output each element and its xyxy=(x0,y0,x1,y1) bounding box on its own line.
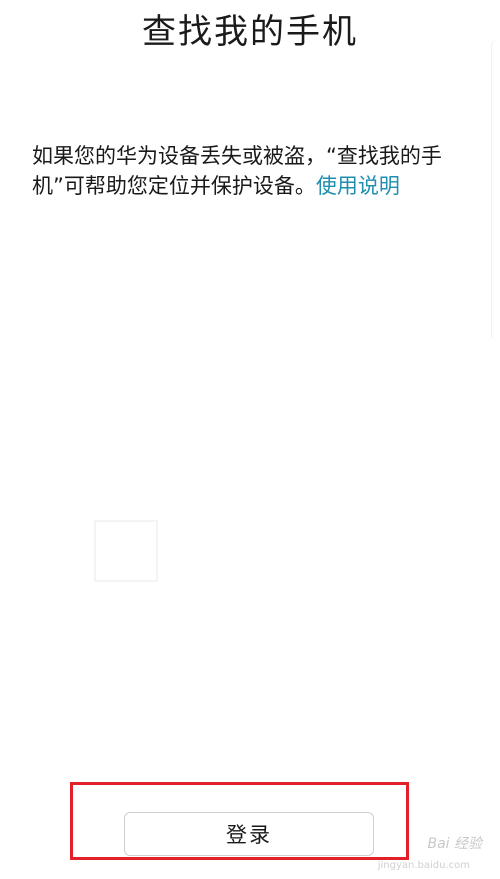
login-button[interactable]: 登录 xyxy=(124,812,374,856)
description-text: 如果您的华为设备丢失或被盗，“查找我的手机”可帮助您定位并保护设备。使用说明 xyxy=(32,141,472,201)
side-edge-decoration xyxy=(491,40,500,340)
watermark-logo: Bai 经验 xyxy=(427,836,482,852)
help-link[interactable]: 使用说明 xyxy=(316,174,400,198)
faint-background-graphic xyxy=(94,520,158,582)
watermark-url: jingyan.baidu.com xyxy=(377,860,470,871)
page-title: 查找我的手机 xyxy=(142,12,358,52)
